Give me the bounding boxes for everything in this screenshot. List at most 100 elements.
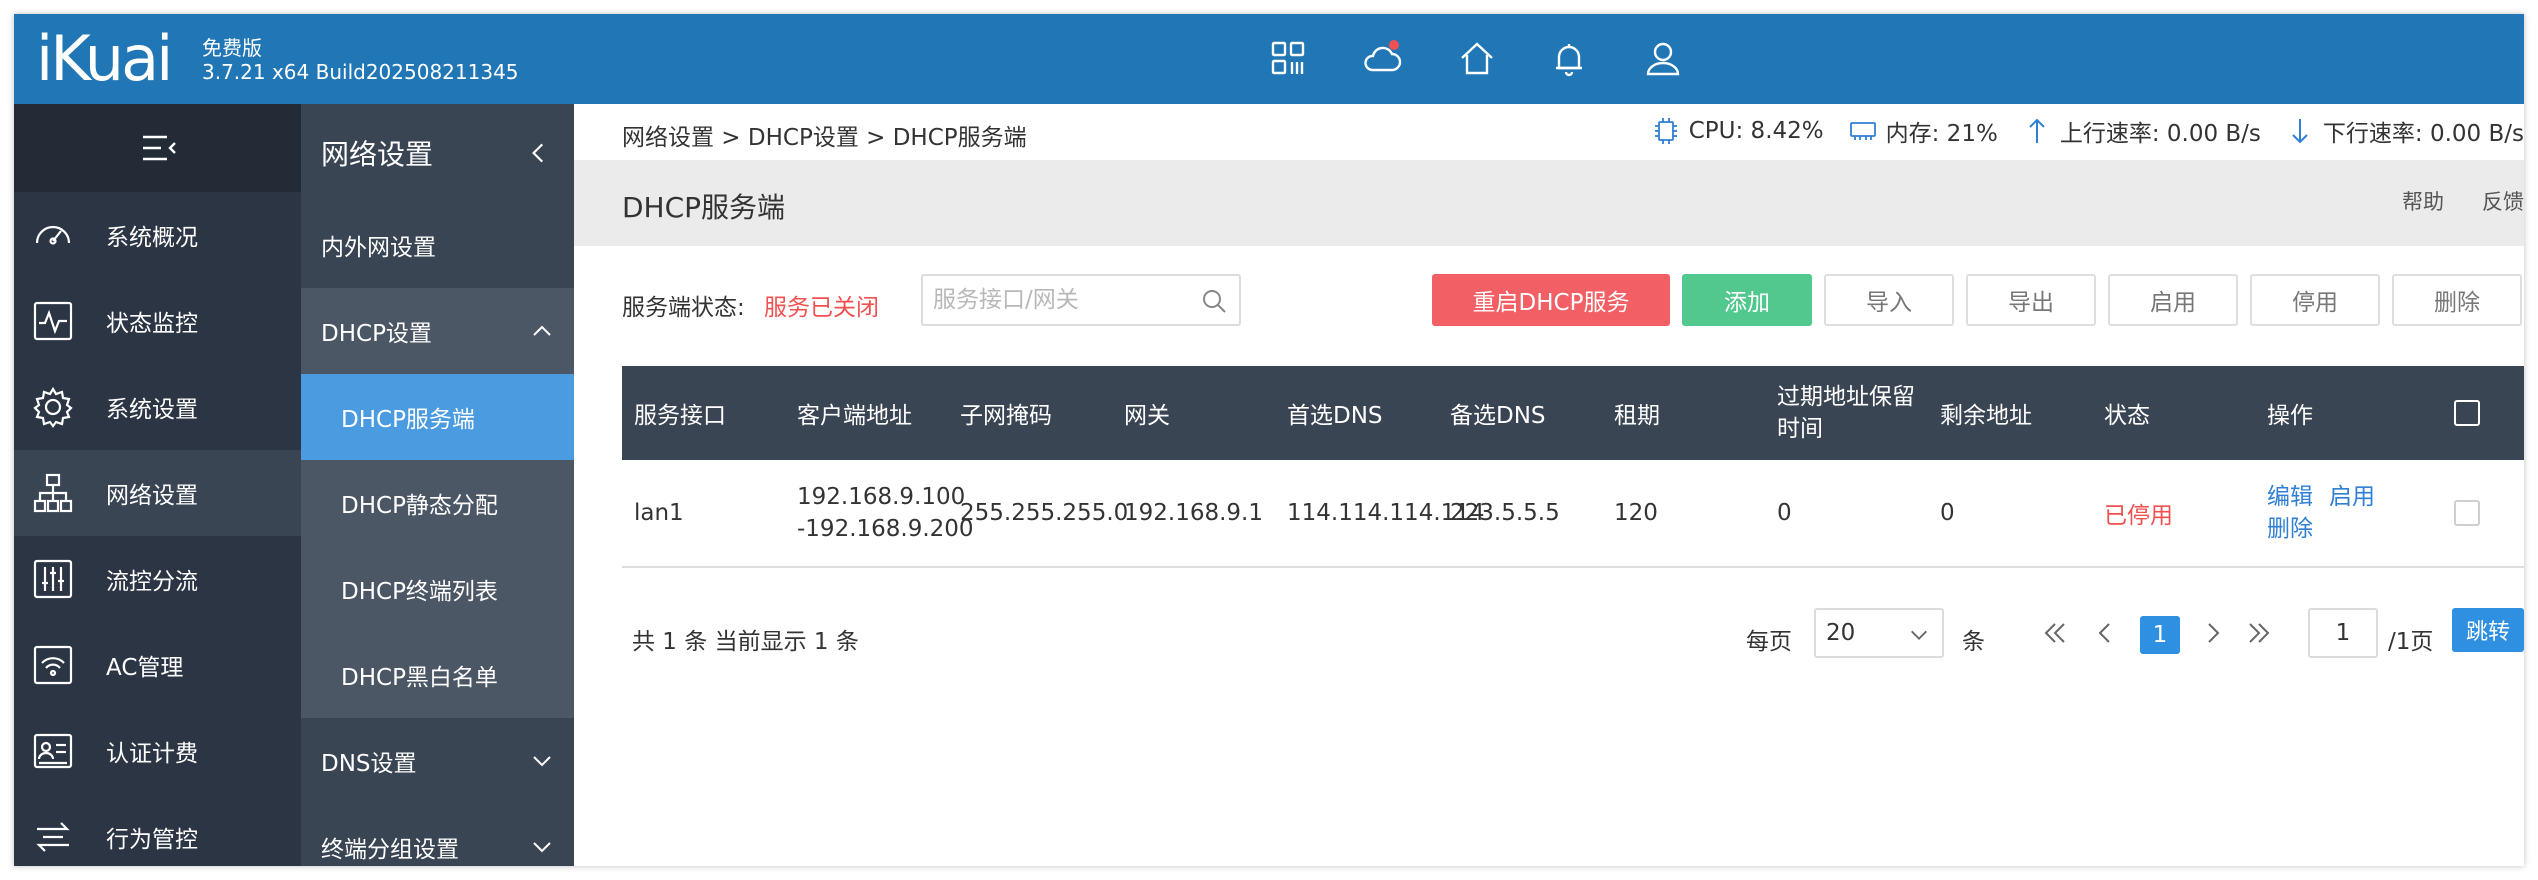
sidebar-item-flow-control[interactable]: 流控分流: [14, 536, 301, 622]
sidebar-item-label: AC管理: [106, 655, 184, 681]
sidebar-item-behavior-control[interactable]: 行为管控: [14, 794, 301, 866]
submenu-child-dhcp-clients[interactable]: DHCP终端列表: [301, 546, 574, 632]
column-header: 网关: [1124, 403, 1170, 429]
submenu-item-dns[interactable]: DNS设置: [301, 718, 574, 804]
sidebar-item-auth-billing[interactable]: 认证计费: [14, 708, 301, 794]
chevron-down-icon: [533, 842, 551, 853]
search-icon[interactable]: [1199, 286, 1229, 316]
apps-icon[interactable]: [1266, 36, 1312, 82]
per-page-select[interactable]: 20: [1814, 608, 1944, 658]
main-content: 网络设置 > DHCP设置 > DHCP服务端 CPU: 8.42% 内存: 2…: [574, 104, 2524, 866]
submenu-item-label: 终端分组设置: [321, 837, 459, 863]
cell-interface: lan1: [634, 500, 684, 526]
home-icon[interactable]: [1454, 36, 1500, 82]
disable-button[interactable]: 停用: [2250, 274, 2380, 326]
bell-icon[interactable]: [1546, 36, 1592, 82]
submenu-item-label: DNS设置: [321, 751, 417, 777]
sidebar: 系统概况 状态监控 系统设置 网络设置 流控分流 AC管理 认证计费 行为管控: [14, 104, 301, 866]
exchange-icon: [28, 812, 78, 862]
network-icon: [28, 468, 78, 518]
per-page-unit: 条: [1962, 629, 1985, 655]
submenu-item-terminal-group[interactable]: 终端分组设置: [301, 804, 574, 866]
last-page-button[interactable]: [2244, 618, 2274, 648]
chevron-right-icon: [2208, 623, 2220, 643]
enable-link[interactable]: 启用: [2329, 481, 2375, 513]
memory-value: 内存: 21%: [1885, 121, 1998, 147]
edition-label: 免费版: [202, 36, 262, 60]
delete-link[interactable]: 删除: [2267, 513, 2313, 545]
import-button[interactable]: 导入: [1824, 274, 1954, 326]
server-status-label: 服务端状态:: [622, 295, 745, 321]
wifi-icon: [28, 640, 78, 690]
submenu-item-dhcp[interactable]: DHCP设置: [301, 288, 574, 374]
jump-button[interactable]: 跳转: [2452, 608, 2524, 652]
chevron-down-icon: [533, 756, 551, 767]
current-page-button[interactable]: 1: [2140, 616, 2180, 654]
column-header: 首选DNS: [1287, 403, 1383, 429]
arrow-up-icon: [2029, 118, 2045, 143]
gear-icon: [28, 382, 78, 432]
edit-link[interactable]: 编辑: [2267, 481, 2313, 513]
sidebar-item-label: 行为管控: [106, 827, 198, 853]
search-input[interactable]: [933, 276, 1193, 324]
record-summary: 共 1 条 当前显示 1 条: [632, 629, 859, 655]
user-icon[interactable]: [1640, 36, 1686, 82]
submenu-child-label: DHCP服务端: [341, 407, 475, 433]
sidebar-item-network-settings[interactable]: 网络设置: [14, 450, 301, 536]
delete-button[interactable]: 删除: [2392, 274, 2522, 326]
column-header: 服务接口: [634, 403, 726, 429]
submenu-child-label: DHCP静态分配: [341, 493, 498, 519]
add-button[interactable]: 添加: [1682, 274, 1812, 326]
cpu-stat: CPU: 8.42%: [1651, 116, 1824, 146]
first-page-button[interactable]: [2040, 618, 2070, 648]
download-value: 下行速率: 0.00 B/s: [2322, 121, 2524, 147]
row-select-cell: [2454, 460, 2480, 566]
server-status-value: 服务已关闭: [764, 295, 879, 321]
sliders-icon: [28, 554, 78, 604]
row-checkbox[interactable]: [2454, 500, 2480, 526]
monitor-icon: [28, 296, 78, 346]
sidebar-item-system-settings[interactable]: 系统设置: [14, 364, 301, 450]
sidebar-collapse-toggle[interactable]: [14, 104, 301, 192]
sidebar-item-monitor[interactable]: 状态监控: [14, 278, 301, 364]
submenu-child-dhcp-static[interactable]: DHCP静态分配: [301, 460, 574, 546]
enable-button[interactable]: 启用: [2108, 274, 2238, 326]
sidebar-item-label: 系统概况: [106, 225, 198, 251]
cell-gateway: 192.168.9.1: [1124, 500, 1263, 526]
sidebar-item-overview[interactable]: 系统概况: [14, 192, 301, 278]
select-all-checkbox[interactable]: [2454, 400, 2480, 426]
cell-remaining: 0: [1940, 500, 1955, 526]
dashboard-icon: [28, 210, 78, 260]
pagination: 共 1 条 当前显示 1 条 每页 20 条 1 /1页 跳转: [574, 604, 2524, 664]
sidebar-item-label: 状态监控: [106, 311, 198, 337]
feedback-link[interactable]: 反馈: [2482, 186, 2524, 216]
submenu-item-label: 内外网设置: [321, 235, 436, 261]
double-chevron-left-icon: [2044, 623, 2065, 643]
range-start: 192.168.9.100: [797, 484, 966, 510]
page-jump-input[interactable]: [2308, 608, 2378, 658]
column-header: 剩余地址: [1940, 403, 2032, 429]
double-chevron-right-icon: [2249, 623, 2270, 643]
top-header: iKuai 免费版 3.7.21 x64 Build202508211345: [14, 14, 2524, 104]
submenu-child-dhcp-server[interactable]: DHCP服务端: [301, 374, 574, 460]
next-page-button[interactable]: [2198, 618, 2228, 648]
table-header: 服务接口 客户端地址 子网掩码 网关 首选DNS 备选DNS 租期 过期地址保留…: [622, 366, 2524, 460]
export-button[interactable]: 导出: [1966, 274, 2096, 326]
chevron-left-icon[interactable]: [526, 140, 552, 166]
sidebar-item-label: 流控分流: [106, 569, 198, 595]
total-pages: /1页: [2388, 629, 2434, 655]
column-header: 客户端地址: [797, 403, 912, 429]
cell-secondary-dns: 223.5.5.5: [1450, 500, 1560, 526]
restart-dhcp-button[interactable]: 重启DHCP服务: [1432, 274, 1670, 326]
submenu-item-lan-wan[interactable]: 内外网设置: [301, 202, 574, 288]
ikuai-logo: iKuai: [36, 22, 173, 95]
sidebar-item-ac-management[interactable]: AC管理: [14, 622, 301, 708]
help-link[interactable]: 帮助: [2402, 186, 2444, 216]
sidebar-item-label: 系统设置: [106, 397, 198, 423]
prev-page-button[interactable]: [2090, 618, 2120, 648]
chevron-up-icon: [533, 325, 551, 336]
submenu-child-dhcp-blackwhite[interactable]: DHCP黑白名单: [301, 632, 574, 718]
build-version: 3.7.21 x64 Build202508211345: [202, 60, 519, 84]
dhcp-server-table: 服务接口 客户端地址 子网掩码 网关 首选DNS 备选DNS 租期 过期地址保留…: [622, 366, 2524, 568]
cloud-icon[interactable]: [1360, 36, 1406, 82]
